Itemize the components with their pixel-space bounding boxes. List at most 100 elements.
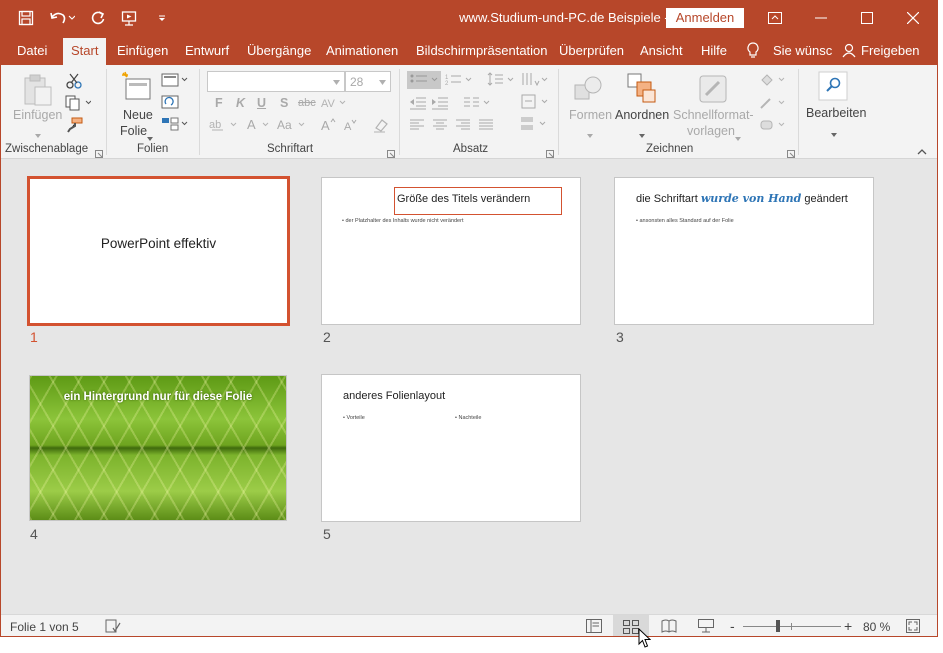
spelling-check-icon[interactable] [105,619,121,636]
align-center-icon[interactable] [432,119,448,134]
separator [798,69,799,155]
new-slide-icon[interactable] [121,71,153,106]
slide-thumbnail-5[interactable]: anderes Folienlayout • Vorteile • Nachte… [321,374,581,522]
svg-text:2: 2 [445,81,449,87]
quick-styles-dropdown-icon[interactable] [735,130,741,144]
zoom-out-button[interactable]: - [730,618,735,634]
decrease-font-size-icon[interactable]: A [343,117,359,136]
quick-styles-label-1[interactable]: Schnellformat- [673,108,754,122]
find-icon[interactable] [818,71,848,104]
close-icon[interactable] [890,1,936,35]
tab-start[interactable]: Start [63,38,107,65]
tab-hilfe[interactable]: Hilfe [701,43,727,58]
slide-thumbnail-2[interactable]: Größe des Titels verändern • der Platzha… [321,177,581,325]
text-direction-icon[interactable] [521,71,551,92]
increase-font-size-icon[interactable]: A [321,117,337,136]
new-slide-label-1[interactable]: Neue [123,108,153,122]
increase-indent-icon[interactable] [431,96,449,113]
fit-to-window-icon[interactable] [906,619,920,636]
arrange-dropdown-icon[interactable] [639,127,645,141]
tab-ansicht[interactable]: Ansicht [640,43,683,58]
cut-icon[interactable] [65,73,83,92]
bold-button[interactable]: F [215,96,223,110]
tab-entwurf[interactable]: Entwurf [185,43,229,58]
minimize-icon[interactable] [798,1,844,35]
zoom-slider-thumb[interactable] [776,620,780,632]
ribbon: Einfügen Zwischenablage Neue Folie Folie… [1,65,937,159]
font-case-icon[interactable]: Aa [277,117,311,136]
tab-uebergaenge[interactable]: Übergänge [247,43,311,58]
reset-slide-icon[interactable] [161,95,179,112]
slide-thumbnail-1[interactable]: PowerPoint effektiv [27,176,290,326]
font-name-field[interactable] [207,71,345,92]
shadow-button[interactable]: S [280,96,288,110]
share-button[interactable]: Freigeben [861,43,920,58]
format-painter-icon[interactable] [65,117,83,136]
paste-label[interactable]: Einfügen [13,108,62,122]
maximize-icon[interactable] [844,1,890,35]
zoom-slider-track[interactable] [743,626,841,627]
underline-button[interactable]: U [257,96,266,110]
align-left-icon[interactable] [409,119,425,134]
copy-icon[interactable] [65,95,92,114]
signin-button[interactable]: Anmelden [666,8,744,28]
shapes-icon[interactable] [573,73,605,108]
status-bar: Folie 1 von 5 - + 80 % [1,614,937,636]
paste-icon[interactable] [21,73,55,110]
slide-thumbnail-3[interactable]: die Schriftart wurde von Hand geändert •… [614,177,874,325]
tab-datei[interactable]: Datei [17,43,47,58]
shapes-dropdown-icon[interactable] [587,127,593,141]
editing-label[interactable]: Bearbeiten [806,106,866,120]
columns-icon[interactable] [463,96,493,113]
font-size-field[interactable]: 28 [345,71,391,92]
share-person-icon[interactable] [842,43,856,61]
paste-dropdown-icon[interactable] [35,127,41,141]
quick-styles-icon[interactable] [697,73,729,108]
zoom-level[interactable]: 80 % [863,620,890,634]
numbering-icon[interactable]: 12 [445,71,475,92]
shape-outline-icon[interactable] [759,96,787,113]
arrange-icon[interactable] [627,73,657,108]
layout-icon[interactable] [161,73,189,90]
tab-einfuegen[interactable]: Einfügen [117,43,168,58]
tab-animationen[interactable]: Animationen [326,43,398,58]
quick-styles-label-2[interactable]: vorlagen [687,124,735,138]
slideshow-view-icon[interactable] [698,619,714,636]
font-color-icon[interactable]: A [247,117,275,136]
zoom-in-button[interactable]: + [844,618,852,634]
character-spacing-icon[interactable]: AV [321,97,347,112]
italic-button[interactable]: K [236,96,245,110]
shapes-label[interactable]: Formen [569,108,612,122]
shape-fill-icon[interactable] [759,73,787,90]
lightbulb-icon[interactable] [747,42,759,62]
smartart-icon[interactable] [519,116,549,135]
slide-counter[interactable]: Folie 1 von 5 [10,620,79,634]
tell-me-search[interactable]: Sie wünsc [773,43,832,58]
strikethrough-button[interactable]: abc [298,97,316,109]
clear-formatting-icon[interactable] [373,117,389,136]
tab-bildschirmpraesentation[interactable]: Bildschirmpräsentation [416,43,548,58]
svg-text:A: A [247,117,256,132]
align-right-icon[interactable] [455,119,471,134]
justify-icon[interactable] [478,119,494,134]
new-slide-dropdown-icon[interactable] [147,130,153,144]
bullets-icon[interactable] [407,71,441,92]
align-text-icon[interactable] [521,94,551,113]
slide-number-4: 4 [30,526,38,542]
section-icon[interactable] [161,117,189,134]
slide-thumbnail-4[interactable]: ein Hintergrund nur für diese Folie [29,375,287,521]
powerpoint-window: www.Studium-und-PC.de Beispiele - PowerP… [0,0,938,637]
arrange-label[interactable]: Anordnen [615,108,669,122]
tab-ueberpruefen[interactable]: Überprüfen [559,43,624,58]
line-spacing-icon[interactable] [487,71,517,92]
reading-view-icon[interactable] [661,619,677,636]
ribbon-tabs: Datei Start Einfügen Entwurf Übergänge A… [1,35,937,65]
decrease-indent-icon[interactable] [409,96,427,113]
new-slide-label-2[interactable]: Folie [120,124,147,138]
shape-effects-icon[interactable] [759,118,787,135]
ribbon-display-options-icon[interactable] [752,1,798,35]
change-case-icon[interactable]: ab [209,117,243,136]
collapse-ribbon-icon[interactable] [917,145,927,159]
normal-view-icon[interactable] [586,619,602,636]
editing-dropdown-icon[interactable] [831,126,837,140]
